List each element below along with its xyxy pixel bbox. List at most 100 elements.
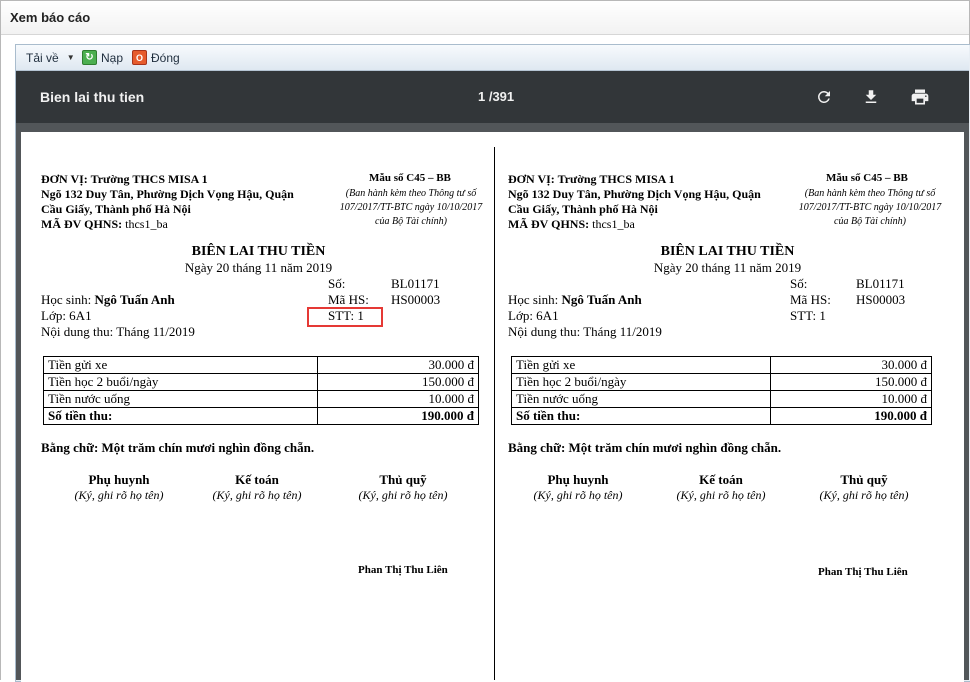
signature-cashier-title: Thủ quỹ xyxy=(840,472,888,487)
form-note-line-3: của Bộ Tài chính) xyxy=(375,216,447,227)
receipt-title: BIÊN LAI THU TIỀN xyxy=(660,244,795,259)
content-text: Nội dung thu: Tháng 11/2019 xyxy=(508,324,662,339)
class-text: Lớp: 6A1 xyxy=(508,308,559,323)
signature-accountant-title: Kế toán xyxy=(235,472,279,487)
fee-table: Tiền gửi xe 30.000 đ Tiền học 2 buổi/ngà… xyxy=(43,356,479,425)
receipt-right: ĐƠN VỊ: Trường THCS MISA 1 Ngõ 132 Duy T… xyxy=(508,132,963,677)
qhns-line: MÃ ĐV QHNS: thcs1_ba xyxy=(41,217,168,232)
student-label: Học sinh: xyxy=(41,292,92,307)
table-row: Tiền học 2 buổi/ngày 150.000 đ xyxy=(43,373,479,391)
student-id-label: Mã HS: xyxy=(790,292,831,307)
signature-parent-note: (Ký, ghi rõ họ tên) xyxy=(74,488,164,502)
org-unit-line: ĐƠN VỊ: Trường THCS MISA 1 xyxy=(508,172,675,187)
student-name: Ngô Tuấn Anh xyxy=(94,292,175,307)
receipt-date: Ngày 20 tháng 11 năm 2019 xyxy=(653,260,802,275)
window-title: Xem báo cáo xyxy=(10,10,91,25)
close-label: Đóng xyxy=(151,50,180,65)
org-unit-name: Trường THCS MISA 1 xyxy=(557,172,675,186)
qhns-code: thcs1_ba xyxy=(592,217,635,231)
stt-highlight-box xyxy=(307,307,383,327)
receipt-number: BL01171 xyxy=(391,276,440,291)
fee-table: Tiền gửi xe 30.000 đ Tiền học 2 buổi/ngà… xyxy=(511,356,932,425)
signer-name: Phan Thị Thu Liên xyxy=(818,566,908,578)
total-row: Số tiền thu: 190.000 đ xyxy=(43,407,479,425)
fee-name: Tiền nước uống xyxy=(43,390,318,408)
org-unit-name: Trường THCS MISA 1 xyxy=(90,172,208,186)
total-label: Số tiền thu: xyxy=(511,407,771,425)
pdf-document-title: Bien lai thu tien xyxy=(40,89,145,105)
fee-name: Tiền gửi xe xyxy=(43,356,318,374)
close-button[interactable]: O Đóng xyxy=(132,49,180,66)
caret-down-icon: ▼ xyxy=(66,53,75,62)
reload-button[interactable]: ↻ Nạp xyxy=(82,49,123,66)
fee-amount: 10.000 đ xyxy=(770,390,932,408)
fee-name: Tiền nước uống xyxy=(511,390,771,408)
amount-in-words: Bằng chữ: Một trăm chín mươi nghìn đồng … xyxy=(41,440,315,455)
stt-text: STT: 1 xyxy=(790,308,826,323)
print-icon xyxy=(911,89,929,105)
signature-accountant-title: Kế toán xyxy=(699,472,743,487)
org-address-line-1: Ngõ 132 Duy Tân, Phường Dịch Vọng Hậu, Q… xyxy=(508,187,761,201)
org-unit-label: ĐƠN VỊ: xyxy=(508,172,555,186)
fee-name: Tiền học 2 buổi/ngày xyxy=(43,373,318,391)
org-address-line-2: Cầu Giấy, Thành phố Hà Nội xyxy=(508,202,658,216)
receipt-left: ĐƠN VỊ: Trường THCS MISA 1 Ngõ 132 Duy T… xyxy=(41,132,496,677)
download-icon xyxy=(865,90,877,103)
qhns-code: thcs1_ba xyxy=(125,217,168,231)
signature-cashier-title: Thủ quỹ xyxy=(379,472,427,487)
signer-name: Phan Thị Thu Liên xyxy=(358,564,448,576)
amount-in-words: Bằng chữ: Một trăm chín mươi nghìn đồng … xyxy=(508,440,782,455)
table-row: Tiền học 2 buổi/ngày 150.000 đ xyxy=(511,373,932,391)
student-name: Ngô Tuấn Anh xyxy=(561,292,642,307)
rotate-button[interactable] xyxy=(813,86,835,108)
form-note-line-2: 107/2017/TT-BTC ngày 10/10/2017 xyxy=(339,202,483,213)
download-dropdown-button[interactable]: Tải về ▼ xyxy=(26,49,75,66)
org-unit-label: ĐƠN VỊ: xyxy=(41,172,88,186)
reload-label: Nạp xyxy=(101,50,124,65)
student-label: Học sinh: xyxy=(508,292,559,307)
signature-parent-title: Phụ huynh xyxy=(547,472,609,487)
table-row: Tiền gửi xe 30.000 đ xyxy=(43,356,479,374)
student-id: HS00003 xyxy=(391,292,441,307)
student-line: Học sinh: Ngô Tuấn Anh xyxy=(508,292,642,308)
fee-amount: 150.000 đ xyxy=(317,373,479,391)
fee-name: Tiền học 2 buổi/ngày xyxy=(511,373,771,391)
receipt-number-label: Số: xyxy=(328,276,346,291)
table-row: Tiền gửi xe 30.000 đ xyxy=(511,356,932,374)
pdf-page-indicator: 1 /391 xyxy=(478,89,515,104)
fee-amount: 10.000 đ xyxy=(317,390,479,408)
form-note-line-2: 107/2017/TT-BTC ngày 10/10/2017 xyxy=(798,202,942,213)
org-address-line-2: Cầu Giấy, Thành phố Hà Nội xyxy=(41,202,191,216)
table-row: Tiền nước uống 10.000 đ xyxy=(43,390,479,408)
form-note-line-3: của Bộ Tài chính) xyxy=(834,216,906,227)
download-button[interactable] xyxy=(860,86,882,108)
window-title-bar: Xem báo cáo xyxy=(1,1,969,35)
reload-icon: ↻ xyxy=(82,50,97,65)
class-text: Lớp: 6A1 xyxy=(41,308,92,323)
org-unit-line: ĐƠN VỊ: Trường THCS MISA 1 xyxy=(41,172,208,187)
form-code: Mẫu số C45 – BB xyxy=(369,172,451,184)
qhns-line: MÃ ĐV QHNS: thcs1_ba xyxy=(508,217,635,232)
print-button[interactable] xyxy=(909,86,931,108)
signature-cashier-note: (Ký, ghi rõ họ tên) xyxy=(358,488,448,502)
download-label: Tải về xyxy=(26,50,59,65)
fee-amount: 30.000 đ xyxy=(770,356,932,374)
signature-parent-note: (Ký, ghi rõ họ tên) xyxy=(533,488,623,502)
pdf-viewer-toolbar: Bien lai thu tien 1 /391 xyxy=(16,71,969,123)
form-note-line-1: (Ban hành kèm theo Thông tư số xyxy=(804,188,936,199)
table-row: Tiền nước uống 10.000 đ xyxy=(511,390,932,408)
student-line: Học sinh: Ngô Tuấn Anh xyxy=(41,292,175,308)
signature-accountant-note: (Ký, ghi rõ họ tên) xyxy=(676,488,766,502)
org-address-line-1: Ngõ 132 Duy Tân, Phường Dịch Vọng Hậu, Q… xyxy=(41,187,294,201)
receipt-date: Ngày 20 tháng 11 năm 2019 xyxy=(184,260,333,275)
student-id: HS00003 xyxy=(856,292,906,307)
signature-cashier-note: (Ký, ghi rõ họ tên) xyxy=(819,488,909,502)
rotate-icon xyxy=(818,91,830,103)
receipt-title: BIÊN LAI THU TIỀN xyxy=(191,244,326,259)
signature-parent-title: Phụ huynh xyxy=(88,472,150,487)
form-note-line-1: (Ban hành kèm theo Thông tư số xyxy=(345,188,477,199)
report-toolbar: Tải về ▼ ↻ Nạp O Đóng xyxy=(16,45,969,71)
qhns-label: MÃ ĐV QHNS: xyxy=(508,217,590,231)
qhns-label: MÃ ĐV QHNS: xyxy=(41,217,123,231)
total-amount: 190.000 đ xyxy=(770,407,932,425)
